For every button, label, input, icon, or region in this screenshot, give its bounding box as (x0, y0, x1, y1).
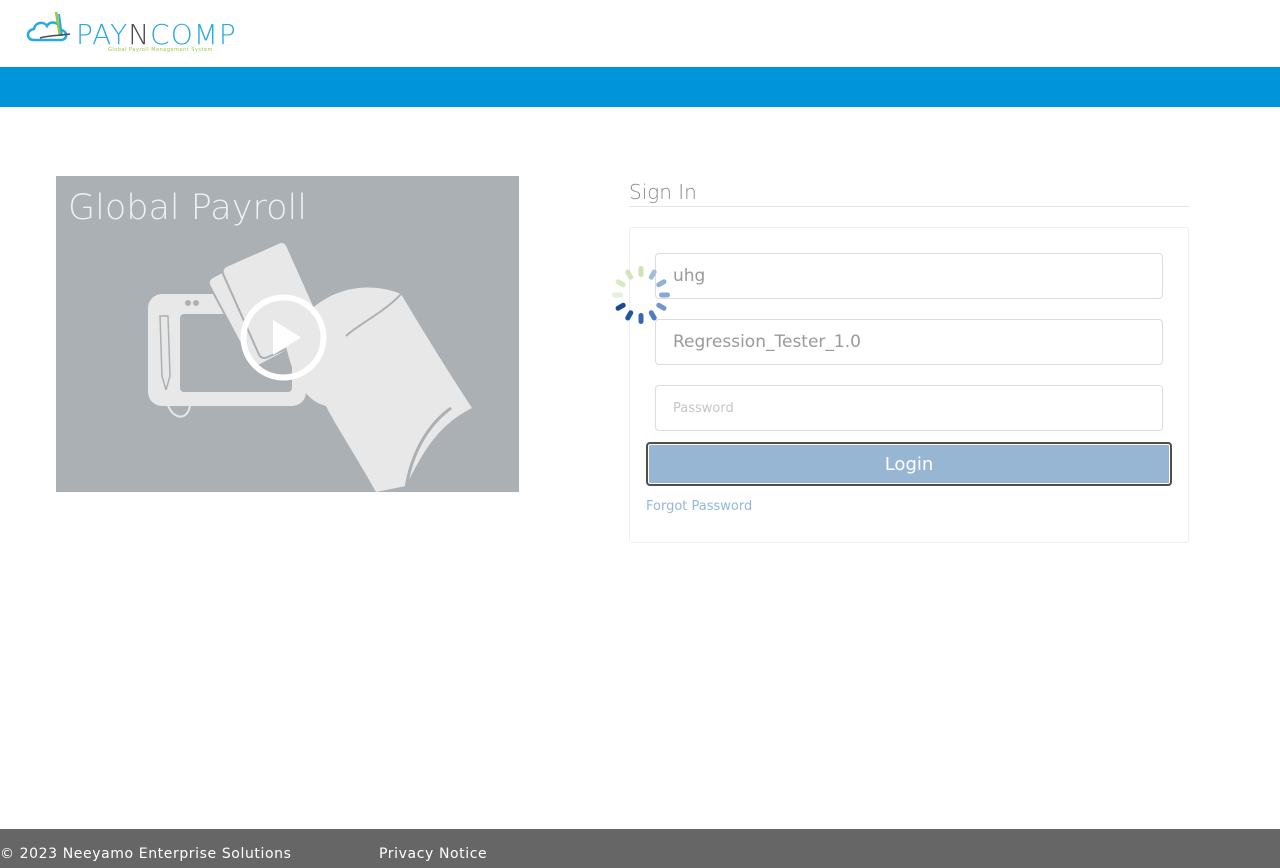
header: PAYNCOMP Global Payroll Management Syste… (0, 0, 1280, 67)
promo-title: Global Payroll (68, 188, 307, 228)
play-icon[interactable] (239, 293, 328, 382)
sign-in-heading: Sign In (629, 180, 697, 204)
copyright-text: © 2023 Neeyamo Enterprise Solutions (0, 846, 292, 862)
sign-in-divider (629, 206, 1189, 207)
password-field[interactable] (655, 385, 1163, 431)
footer: © 2023 Neeyamo Enterprise Solutions Priv… (0, 829, 1280, 868)
company-input[interactable] (673, 254, 1162, 298)
promo-video[interactable]: Global Payroll (56, 176, 519, 492)
username-input[interactable] (673, 320, 1162, 364)
password-input[interactable] (673, 386, 1162, 430)
cloud-logo-icon (26, 11, 71, 42)
nav-bar (0, 67, 1280, 107)
loading-spinner-icon (612, 266, 670, 324)
logo-tagline: Global Payroll Management System (108, 47, 213, 53)
paycomp-logo[interactable]: PAYNCOMP Global Payroll Management Syste… (26, 10, 256, 56)
privacy-notice-link[interactable]: Privacy Notice (379, 846, 487, 862)
company-field[interactable] (655, 253, 1163, 299)
username-field[interactable] (655, 319, 1163, 365)
forgot-password-link[interactable]: Forgot Password (646, 499, 752, 514)
login-button[interactable]: Login (646, 442, 1172, 486)
